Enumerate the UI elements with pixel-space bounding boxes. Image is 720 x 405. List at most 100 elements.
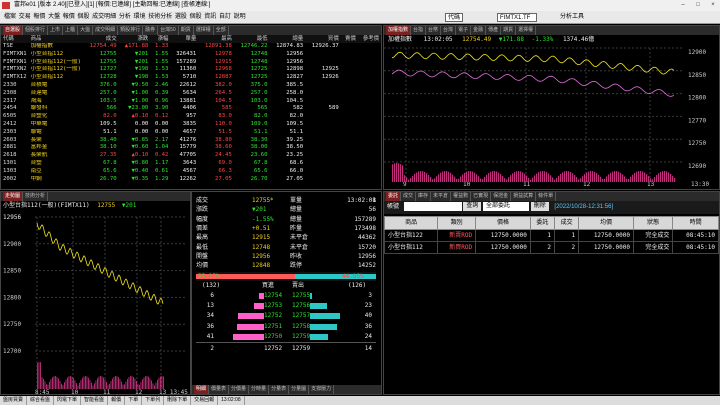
quote-row[interactable]: TSE 加權指數 12754.49 ▲171.88 1.33 12891.38 12746.… xyxy=(1,43,381,51)
tab[interactable]: 上櫃 xyxy=(63,26,79,35)
order-row[interactable]: 小型台指122 新賣ROD 12750.0000 1 1 12750.0000 完全成交 08… xyxy=(384,229,719,242)
filter-select[interactable]: 全部委託 xyxy=(483,201,530,211)
quote-row[interactable]: 1303 南亞 65.6 ▼0.40 0.61 4567 66.3 65.6 66.0 xyxy=(1,168,381,176)
tab[interactable]: 金融 xyxy=(471,26,487,35)
account-select[interactable] xyxy=(403,201,462,211)
quote-row[interactable]: 2603 長榮 38.40 ▼0.85 2.17 41276 38.80 38.30 39.25 xyxy=(1,137,381,145)
tab[interactable]: 已實現 xyxy=(471,192,492,201)
column-header[interactable]: 商品 xyxy=(384,216,439,230)
column-header[interactable]: 總量 xyxy=(269,35,306,43)
tab[interactable]: 分量表 xyxy=(269,385,290,394)
menu-item[interactable]: 分析 xyxy=(119,11,131,23)
column-header[interactable]: 代碼 xyxy=(1,35,29,43)
minimize-button[interactable]: – xyxy=(676,0,690,11)
ask-price[interactable]: 12758 xyxy=(292,322,310,331)
quote-row[interactable]: 2317 鴻海 103.5 ▼1.00 0.96 13881 104.5 103.0 104.5 xyxy=(1,98,381,106)
tab[interactable]: 期貨 xyxy=(501,26,517,35)
column-header[interactable]: 商品 xyxy=(28,35,83,43)
tab[interactable]: 分時量 xyxy=(249,385,270,394)
status-item[interactable]: 下單列 xyxy=(142,396,165,405)
tab[interactable]: 成交 xyxy=(401,192,417,201)
quote-row[interactable]: 2002 中鋼 26.70 ▼0.35 1.29 12262 27.05 26.70 27.05 xyxy=(1,176,381,184)
tab[interactable]: 台灣 xyxy=(441,26,457,35)
query-button[interactable]: 查詢 xyxy=(463,201,482,211)
tab[interactable]: 明細 xyxy=(194,385,210,394)
tab[interactable]: 支撐壓力 xyxy=(309,385,335,394)
order-row[interactable]: 小型台指112 新買ROD 12750.0000 2 2 12750.0000 完全成交 08… xyxy=(384,241,719,254)
symbol-input[interactable]: FIMTX1.TF xyxy=(497,13,537,22)
bid-price[interactable]: 12751 xyxy=(264,322,282,331)
quote-row[interactable]: 6505 台塑化 82.0 ▲0.10 0.12 957 83.0 82.0 82.0 xyxy=(1,113,381,121)
tab[interactable]: 損益試算 xyxy=(511,192,537,201)
quote-row[interactable]: 2618 長榮航 27.35 ▲0.10 0.42 47705 24.45 23.60 23.2… xyxy=(1,152,381,160)
tab[interactable]: 走勢圖 xyxy=(3,192,24,201)
tab[interactable]: 技術分析 xyxy=(23,192,49,201)
quote-row[interactable]: 2330 台積電 376.0 ▼9.50 2.46 22612 382.0 375.0 385.… xyxy=(1,82,381,90)
quote-row[interactable]: FIMTXN1 小型台指112(一般) 12755 ▼201 1.55 157289 129… xyxy=(1,59,381,67)
menu-item[interactable]: 大盤 xyxy=(48,11,60,23)
column-header[interactable]: 時間 xyxy=(672,216,719,230)
bid-price[interactable]: 12754 xyxy=(264,291,282,300)
column-header[interactable]: 單量 xyxy=(170,35,199,43)
status-item[interactable]: 刪除下單 xyxy=(164,396,192,405)
quote-row[interactable]: 2308 台達電 257.0 ▼1.00 0.39 5634 264.5 257.0 258.0 xyxy=(1,90,381,98)
quote-row[interactable]: 2412 中華電 109.5 0.00 0.00 3835 110.0 109.0 109.5 xyxy=(1,121,381,129)
column-header[interactable]: 委託 xyxy=(529,216,556,230)
tab[interactable]: 傳產 xyxy=(486,26,502,35)
maximize-button[interactable]: □ xyxy=(691,0,705,11)
quote-row[interactable]: 2881 富邦金 38.10 ▼0.60 1.04 15779 38.60 38.00 38.5… xyxy=(1,144,381,152)
tab[interactable]: 大盤 xyxy=(78,26,94,35)
menu-item[interactable]: 環境 xyxy=(134,11,146,23)
quote-row[interactable]: 2454 聯發科 566 ▼23.00 3.90 4406 585 565 582 589 xyxy=(1,105,381,113)
tab[interactable]: 選擇權 xyxy=(194,26,214,35)
tab[interactable]: 選擇權 xyxy=(516,26,537,35)
status-item[interactable]: 下單 xyxy=(125,396,143,405)
column-header[interactable]: 類別 xyxy=(437,216,477,230)
ask-price[interactable]: 12759 xyxy=(292,332,310,341)
column-header[interactable]: 價格 xyxy=(475,216,531,230)
close-button[interactable]: × xyxy=(706,0,720,11)
tab[interactable]: 條件單 xyxy=(536,192,557,201)
column-header[interactable]: 最低 xyxy=(233,35,270,43)
menu-item[interactable]: 自訂 xyxy=(219,11,231,23)
menu-item[interactable]: 資訊 xyxy=(204,11,216,23)
menu-item[interactable]: 選股 xyxy=(175,11,187,23)
tab[interactable]: 台灣50 xyxy=(158,26,179,35)
tab[interactable]: 分價量 xyxy=(229,385,250,394)
menu-item[interactable]: 成交明細 xyxy=(92,11,116,23)
tab[interactable]: 台指 xyxy=(411,26,427,35)
menu-item[interactable]: 報價 xyxy=(33,11,45,23)
tab[interactable]: 上市 xyxy=(48,26,64,35)
delete-button[interactable]: 刪除 xyxy=(530,201,549,211)
column-header[interactable]: 狀態 xyxy=(632,216,674,230)
analysis-tool-button[interactable]: 分析工具 xyxy=(560,11,584,23)
tab[interactable]: 加權指數 xyxy=(386,26,412,35)
tab[interactable]: 期貨 xyxy=(179,26,194,35)
quote-row[interactable]: FIMTX12 小型台指112 12728 ▼198 1.53 5710 12887 1272… xyxy=(1,74,381,82)
ask-price[interactable]: 12756 xyxy=(292,301,310,310)
status-item[interactable]: 綜合看盤 xyxy=(27,396,55,405)
menu-item[interactable]: 技術分析 xyxy=(148,11,172,23)
quote-row[interactable]: 1301 台塑 67.8 ▼0.80 1.17 3643 69.0 67.8 68.6 xyxy=(1,160,381,168)
tab[interactable]: 融券 xyxy=(143,26,159,35)
bid-price[interactable]: 12750 xyxy=(264,332,282,341)
column-header[interactable]: 最高 xyxy=(198,35,234,43)
tab[interactable]: 委託 xyxy=(386,192,402,201)
quote-row[interactable]: 2303 聯電 51.1 0.00 0.00 4657 51.5 51.1 51.1 xyxy=(1,129,381,137)
bid-price[interactable]: 12753 xyxy=(264,301,282,310)
menu-item[interactable]: 個股 xyxy=(190,11,202,23)
tab[interactable]: 自選股 xyxy=(3,26,24,35)
menu-item[interactable]: 交易 xyxy=(19,11,31,23)
tab[interactable]: 全部 xyxy=(214,26,229,35)
column-header[interactable]: 賣價 xyxy=(340,35,358,43)
tab[interactable]: 電子 xyxy=(456,26,472,35)
tab[interactable]: 類股排行 xyxy=(118,26,144,35)
tab[interactable]: 價量表 xyxy=(209,385,230,394)
column-header[interactable]: 成交 xyxy=(553,216,580,230)
menu-item[interactable]: 個股 xyxy=(77,11,89,23)
tab[interactable]: 庫存 xyxy=(416,192,432,201)
tab[interactable]: 台幣 xyxy=(426,26,442,35)
menu-item[interactable]: 報價 xyxy=(63,11,75,23)
column-header[interactable]: 買價 xyxy=(305,35,341,43)
quote-row[interactable]: FIMTXN2 小型台指112(一般) 12727 ▼198 1.53 11360 1296… xyxy=(1,66,381,74)
